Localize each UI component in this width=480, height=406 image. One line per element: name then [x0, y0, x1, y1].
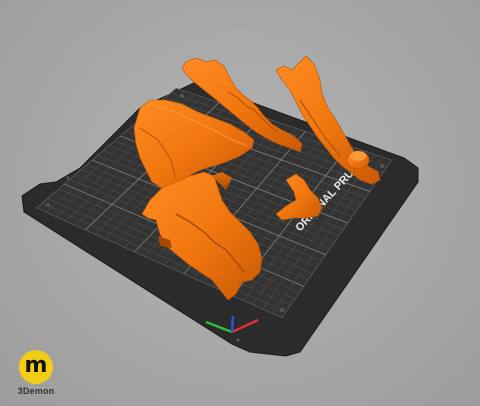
- print-bed-scene[interactable]: ORIGINAL PRUSA: [0, 0, 480, 406]
- model-detail: [350, 151, 366, 161]
- brand-name: 3Demon: [17, 386, 55, 396]
- brand-watermark: m 3Demon: [10, 350, 66, 400]
- 3d-viewport[interactable]: ORIGINAL PRUSA m 3Demon: [0, 0, 480, 406]
- logo-letter: m: [24, 353, 48, 378]
- brand-logo-icon: m: [19, 350, 53, 384]
